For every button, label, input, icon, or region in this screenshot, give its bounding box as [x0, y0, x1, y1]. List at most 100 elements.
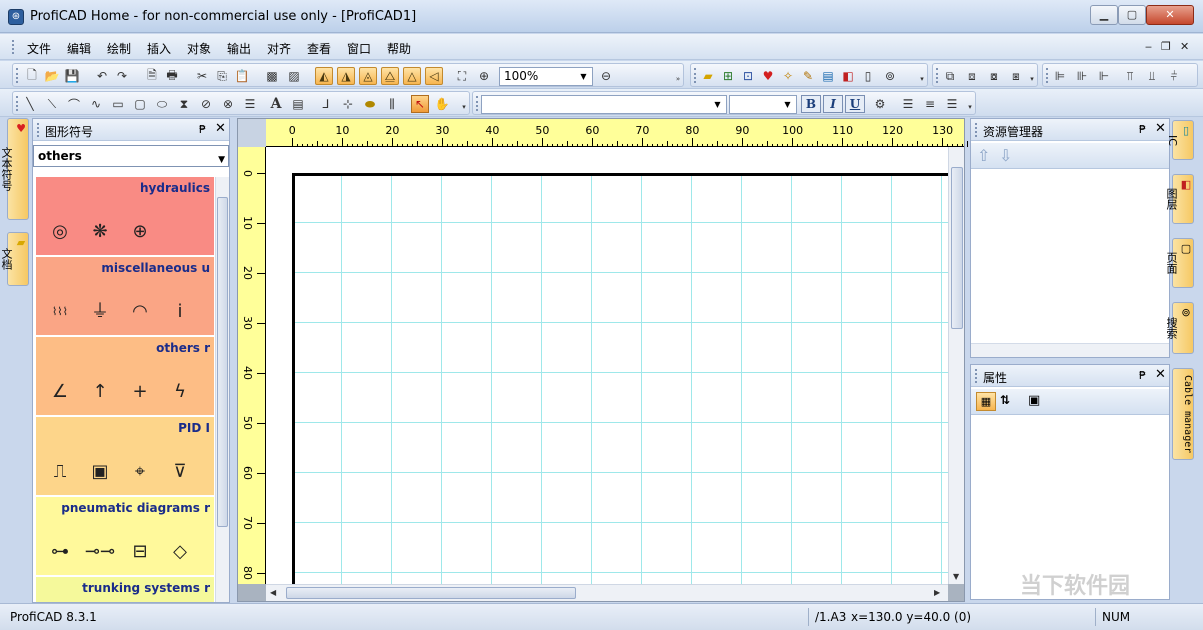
- hatch-tool-icon[interactable]: ⊘: [197, 95, 215, 113]
- text-align-right-icon[interactable]: ☰: [943, 95, 961, 113]
- wand-icon[interactable]: ✧: [779, 67, 797, 85]
- polyline-tool-icon[interactable]: ⟍: [43, 95, 61, 113]
- mirror-vertical-icon[interactable]: ◮: [337, 67, 355, 85]
- symbol-category[interactable]: others r ∠ ↑ + ϟ: [36, 337, 214, 415]
- bus-tool-icon[interactable]: ⫼: [383, 95, 401, 113]
- chevron-down-icon[interactable]: ▼: [781, 98, 794, 111]
- chevron-down-icon[interactable]: ▼: [218, 150, 225, 170]
- chevron-down-icon[interactable]: ▼: [577, 70, 590, 83]
- text-align-left-icon[interactable]: ☰: [899, 95, 917, 113]
- zoom-out-icon[interactable]: ⊖: [597, 67, 615, 85]
- tab-search[interactable]: ⊚ 搜索: [1165, 302, 1194, 354]
- symbol-item[interactable]: ⊽: [164, 457, 196, 487]
- close-button[interactable]: ✕: [1146, 5, 1194, 25]
- flip-icon[interactable]: △: [403, 67, 421, 85]
- menu-insert[interactable]: 插入: [147, 40, 171, 57]
- maximize-button[interactable]: ▢: [1118, 5, 1146, 25]
- symbol-category[interactable]: pneumatic diagrams r ⊶ ⊸⊸ ⊟ ◇: [36, 497, 214, 575]
- tab-ic[interactable]: ▯ IC: [1166, 120, 1194, 160]
- tab-symbols[interactable]: ♥ 文本符号: [0, 118, 29, 220]
- cut-icon[interactable]: ✂: [193, 67, 211, 85]
- hierarchy-icon[interactable]: ⊞: [719, 67, 737, 85]
- toolbar-overflow-icon[interactable]: ▾: [1027, 75, 1037, 85]
- category-select[interactable]: others ▼: [33, 145, 229, 167]
- tab-cable-manager[interactable]: Cable manager: [1172, 368, 1194, 460]
- print-preview-icon[interactable]: 🗎: [143, 67, 161, 85]
- close-icon[interactable]: ✕: [215, 121, 226, 136]
- symbol-item[interactable]: ⊶: [44, 537, 76, 567]
- menu-draw[interactable]: 绘制: [107, 40, 131, 57]
- vertical-scrollbar[interactable]: ▼: [948, 147, 964, 584]
- tab-documents[interactable]: ▰ 文档: [0, 232, 29, 286]
- symbol-category[interactable]: PID I ⎍ ▣ ⌖ ⊽: [36, 417, 214, 495]
- rotate-right-icon[interactable]: ⧋: [381, 67, 399, 85]
- symbol-category[interactable]: trunking systems r: [36, 577, 214, 602]
- menu-help[interactable]: 帮助: [387, 40, 411, 57]
- tab-layers[interactable]: ◧ 图层: [1165, 174, 1194, 224]
- symbol-item[interactable]: ⏚: [84, 297, 116, 327]
- horizontal-scrollbar[interactable]: ◀ ▶: [266, 584, 948, 601]
- save-icon[interactable]: 💾: [63, 67, 81, 85]
- italic-button[interactable]: I: [823, 95, 843, 113]
- layers-icon[interactable]: ◧: [839, 67, 857, 85]
- pin-icon[interactable]: ₱: [1139, 123, 1146, 136]
- proficad-app-icon[interactable]: ⊛: [8, 9, 24, 25]
- symbol-item[interactable]: ϟ: [164, 377, 196, 407]
- open-folder-icon[interactable]: 📂: [43, 67, 61, 85]
- symbol-category[interactable]: hydraulics ◎ ❋ ⊕: [36, 177, 214, 255]
- symbol-item[interactable]: ◎: [44, 217, 76, 247]
- ellipse-tool-icon[interactable]: ⬭: [153, 95, 171, 113]
- mdi-minimize-button[interactable]: ‒: [1145, 40, 1152, 53]
- symbol-item[interactable]: +: [124, 377, 156, 407]
- network-icon[interactable]: ⊡: [739, 67, 757, 85]
- align-left-icon[interactable]: ⊫: [1051, 67, 1069, 85]
- menu-output[interactable]: 输出: [227, 40, 251, 57]
- font-size-select[interactable]: ▼: [729, 95, 797, 114]
- toolbar-grip[interactable]: [694, 68, 696, 83]
- rounded-rect-tool-icon[interactable]: ▢: [131, 95, 149, 113]
- mdi-close-button[interactable]: ✕: [1180, 40, 1189, 53]
- line-tool-icon[interactable]: ╲: [21, 95, 39, 113]
- resource-scroll-area[interactable]: [971, 343, 1169, 357]
- toolbar-grip[interactable]: [936, 68, 938, 83]
- folder-icon[interactable]: ▰: [699, 67, 717, 85]
- arc-tool-icon[interactable]: ⌒: [65, 95, 83, 113]
- categorized-icon[interactable]: ▦: [976, 392, 996, 411]
- curve-tool-icon[interactable]: ∿: [87, 95, 105, 113]
- junction-tool-icon[interactable]: ⊹: [339, 95, 357, 113]
- panel-grip[interactable]: [975, 369, 977, 383]
- bold-button[interactable]: B: [801, 95, 821, 113]
- align-middle-icon[interactable]: ⫫: [1143, 67, 1161, 85]
- symbol-item[interactable]: ◇: [164, 537, 196, 567]
- scroll-down-icon[interactable]: ▼: [953, 572, 959, 581]
- heart-icon[interactable]: ♥: [759, 67, 777, 85]
- symbol-item[interactable]: ◠: [124, 297, 156, 327]
- menu-object[interactable]: 对象: [187, 40, 211, 57]
- select-link-icon[interactable]: ⧆: [1007, 67, 1025, 85]
- paste-icon[interactable]: 📋: [233, 67, 251, 85]
- symbol-item[interactable]: ⊸⊸: [84, 537, 116, 567]
- select-arrow-icon[interactable]: ↖: [411, 95, 429, 113]
- undo-icon[interactable]: ↶: [93, 67, 111, 85]
- symbol-item[interactable]: ↑: [84, 377, 116, 407]
- underline-button[interactable]: U: [845, 95, 865, 113]
- textbox-tool-icon[interactable]: ▤: [289, 95, 307, 113]
- drawing-canvas[interactable]: [266, 147, 948, 584]
- device-icon[interactable]: ▯: [859, 67, 877, 85]
- redo-icon[interactable]: ↷: [113, 67, 131, 85]
- align-bottom-icon[interactable]: ⫩: [1165, 67, 1183, 85]
- list-tool-icon[interactable]: ☰: [241, 95, 259, 113]
- menubar-grip[interactable]: [12, 40, 15, 54]
- export-image-icon[interactable]: ▩: [263, 67, 281, 85]
- scrollbar-thumb[interactable]: [951, 167, 963, 329]
- menu-view[interactable]: 查看: [307, 40, 331, 57]
- binoculars-icon[interactable]: ⊚: [881, 67, 899, 85]
- font-family-select[interactable]: ▼: [481, 95, 727, 114]
- toolbar-grip[interactable]: [476, 96, 478, 111]
- mirror-horizontal-icon[interactable]: ◭: [315, 67, 333, 85]
- copy-icon[interactable]: ⎘: [213, 67, 231, 85]
- symbol-item[interactable]: ❋: [84, 217, 116, 247]
- text-settings-icon[interactable]: ⚙: [871, 95, 889, 113]
- symbol-item[interactable]: ▣: [84, 457, 116, 487]
- menu-window[interactable]: 窗口: [347, 40, 371, 57]
